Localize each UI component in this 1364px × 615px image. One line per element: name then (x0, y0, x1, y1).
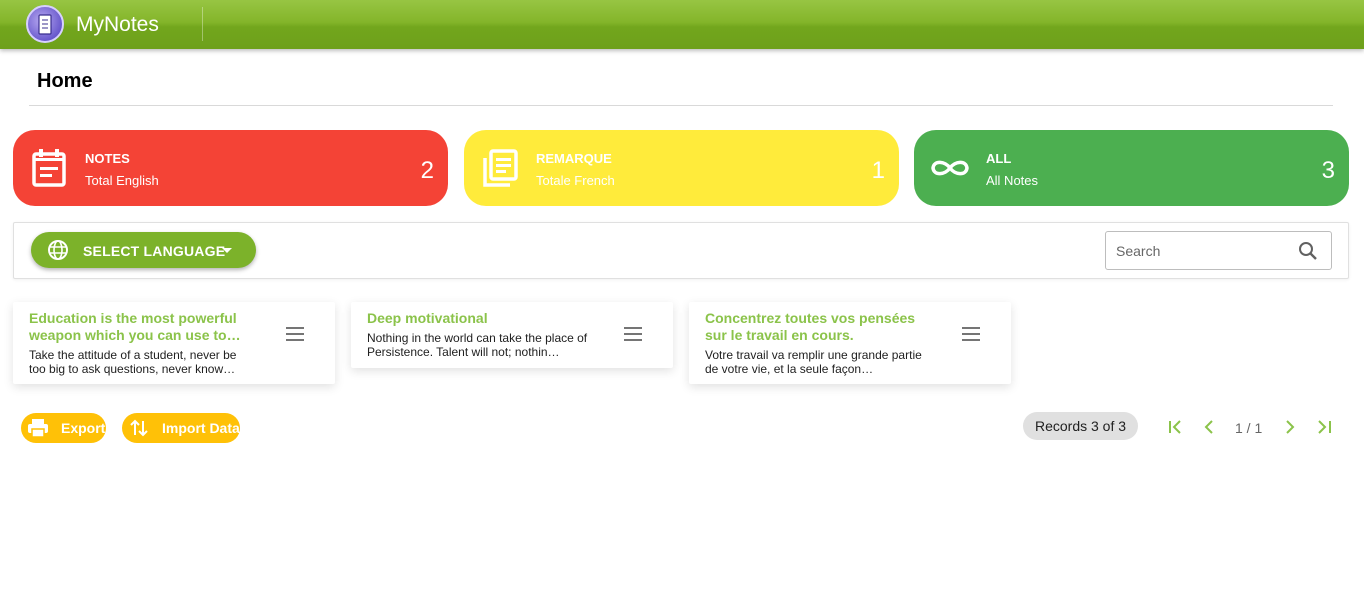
page-title: Home (37, 70, 93, 92)
infinity-icon (931, 160, 969, 176)
menu-icon[interactable] (962, 327, 980, 341)
stat-count: 1 (871, 157, 885, 184)
notebook-icon (38, 14, 52, 35)
appbar-divider (202, 7, 203, 41)
select-language-button[interactable]: SELECT LANGUAGE (31, 232, 256, 268)
app-bar: MyNotes (0, 0, 1364, 49)
note-card[interactable]: Education is the most powerful weapon wh… (13, 302, 335, 384)
search-box[interactable] (1105, 231, 1332, 270)
stat-sub: Totale French (536, 173, 615, 188)
note-card[interactable]: Concentrez toutes vos pensées sur le tra… (689, 302, 1011, 384)
note-body: Nothing in the world can take the place … (367, 331, 588, 359)
search-icon[interactable] (1298, 241, 1318, 261)
stat-card-all[interactable]: ALL All Notes 3 (914, 130, 1349, 206)
export-label: Export (61, 420, 106, 436)
stat-label: REMARQUE (536, 151, 612, 166)
title-divider (29, 105, 1333, 106)
note-title: Deep motivational (367, 310, 488, 326)
records-count-chip: Records 3 of 3 (1023, 412, 1138, 440)
import-data-button[interactable]: Import Data (122, 413, 240, 443)
library-books-icon (483, 149, 518, 187)
app-logo[interactable] (26, 5, 64, 43)
last-page-icon[interactable] (1315, 418, 1333, 436)
next-page-icon[interactable] (1281, 418, 1299, 436)
stat-count: 2 (420, 157, 434, 184)
swap-vertical-icon (130, 419, 148, 437)
export-button[interactable]: Export (21, 413, 106, 443)
first-page-icon[interactable] (1167, 418, 1185, 436)
note-title: Concentrez toutes vos pensées sur le tra… (705, 310, 916, 343)
stat-card-notes[interactable]: NOTES Total English 2 (13, 130, 448, 206)
globe-icon (48, 240, 68, 260)
note-title: Education is the most powerful weapon wh… (29, 310, 241, 343)
previous-page-icon[interactable] (1200, 418, 1218, 436)
printer-icon (28, 419, 48, 438)
calendar-note-icon (32, 149, 66, 187)
stat-sub: All Notes (986, 173, 1039, 188)
menu-icon[interactable] (286, 327, 304, 341)
select-language-label: SELECT LANGUAGE (83, 243, 226, 259)
menu-icon[interactable] (624, 327, 642, 341)
app-title: MyNotes (76, 13, 159, 36)
stat-label: ALL (986, 151, 1012, 166)
stat-label: NOTES (85, 151, 130, 166)
stat-card-remarque[interactable]: REMARQUE Totale French 1 (464, 130, 899, 206)
chevron-down-icon (222, 248, 232, 253)
note-card[interactable]: Deep motivational Nothing in the world c… (351, 302, 673, 368)
note-body: Votre travail va remplir une grande part… (705, 348, 922, 376)
filter-toolbar: SELECT LANGUAGE (13, 222, 1349, 279)
page-indicator: 1 / 1 (1235, 420, 1263, 436)
search-input[interactable] (1116, 241, 1286, 261)
stat-sub: Total English (85, 173, 159, 188)
note-body: Take the attitude of a student, never be… (29, 348, 237, 376)
import-data-label: Import Data (162, 420, 240, 436)
stat-count: 3 (1321, 157, 1335, 184)
